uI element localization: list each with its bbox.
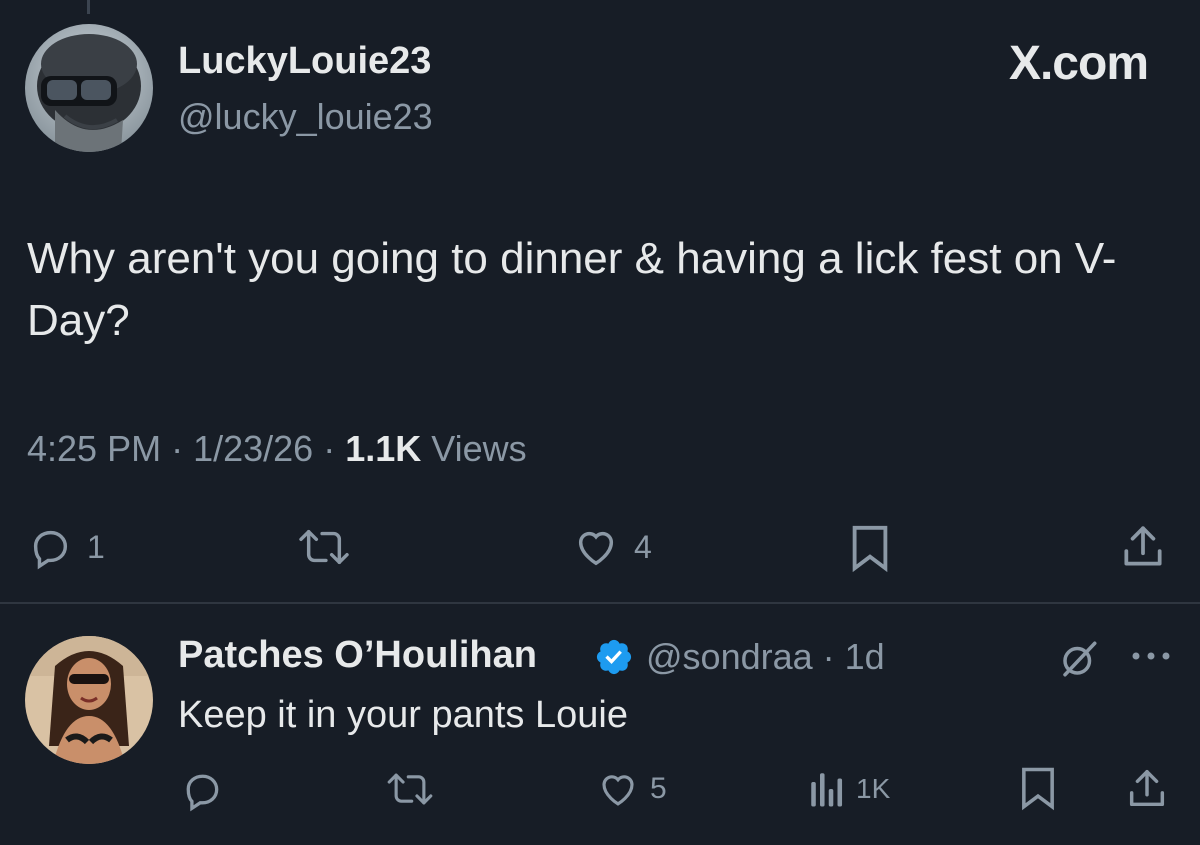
reply-retweet-button[interactable] bbox=[384, 768, 436, 810]
reply-icon bbox=[186, 774, 219, 812]
share-button[interactable] bbox=[1118, 522, 1168, 572]
reply-views-button[interactable]: 1K bbox=[808, 768, 890, 810]
bookmark-icon bbox=[852, 525, 888, 573]
reply-bookmark-button[interactable] bbox=[1018, 766, 1058, 812]
reply-age[interactable]: 1d bbox=[845, 636, 885, 677]
tweet-text: Why aren't you going to dinner & having … bbox=[27, 234, 1117, 345]
avatar-patches[interactable] bbox=[25, 636, 153, 764]
views-count: 1.1K bbox=[345, 428, 422, 469]
reply-button[interactable]: 1 bbox=[27, 524, 105, 570]
like-count: 4 bbox=[634, 528, 652, 565]
divider bbox=[0, 602, 1200, 604]
reply-like-button[interactable]: 5 bbox=[596, 768, 667, 810]
more-icon[interactable] bbox=[1130, 646, 1172, 671]
like-icon bbox=[602, 775, 634, 806]
separator-dot: · bbox=[323, 428, 346, 469]
avatar-luckylouie[interactable] bbox=[25, 24, 153, 152]
retweet-icon bbox=[299, 529, 349, 565]
like-icon bbox=[578, 531, 614, 566]
verified-badge-icon bbox=[594, 637, 634, 682]
bookmark-button[interactable] bbox=[848, 524, 892, 574]
reply-count: 1 bbox=[87, 528, 105, 565]
separator-dot: · bbox=[812, 636, 845, 677]
reply-share-button[interactable] bbox=[1124, 766, 1170, 812]
reply-views-count: 1K bbox=[856, 773, 891, 804]
grok-icon[interactable] bbox=[1058, 638, 1100, 685]
tweet-time[interactable]: 4:25 PM bbox=[27, 428, 161, 469]
share-icon bbox=[1124, 526, 1162, 566]
reply-text: Keep it in your pants Louie bbox=[178, 694, 628, 736]
reply-icon bbox=[33, 530, 68, 570]
reply-author-display-name[interactable]: Patches O’Houlihan bbox=[178, 634, 537, 677]
tweet-date[interactable]: 1/23/26 bbox=[193, 428, 313, 469]
views-label: Views bbox=[431, 428, 527, 469]
brand-logo: X.com bbox=[1008, 37, 1149, 90]
reply-author-handle-age[interactable]: @sondraa · 1d bbox=[646, 636, 885, 678]
author-display-name[interactable]: LuckyLouie23 bbox=[178, 40, 431, 83]
like-button[interactable]: 4 bbox=[572, 524, 652, 570]
views-icon bbox=[811, 773, 843, 807]
separator-dot: · bbox=[171, 428, 194, 469]
reply-handle[interactable]: @sondraa bbox=[646, 636, 813, 677]
share-icon bbox=[1129, 770, 1165, 807]
bookmark-icon bbox=[1022, 767, 1054, 811]
retweet-icon bbox=[387, 773, 433, 805]
reply-reply-button[interactable] bbox=[180, 768, 224, 812]
reply-like-count: 5 bbox=[650, 772, 667, 805]
retweet-button[interactable] bbox=[295, 524, 353, 570]
tweet-metadata: 4:25 PM · 1/23/26 · 1.1K Views bbox=[27, 428, 527, 470]
author-handle[interactable]: @lucky_louie23 bbox=[178, 96, 433, 138]
thread-connector-line bbox=[87, 0, 90, 14]
